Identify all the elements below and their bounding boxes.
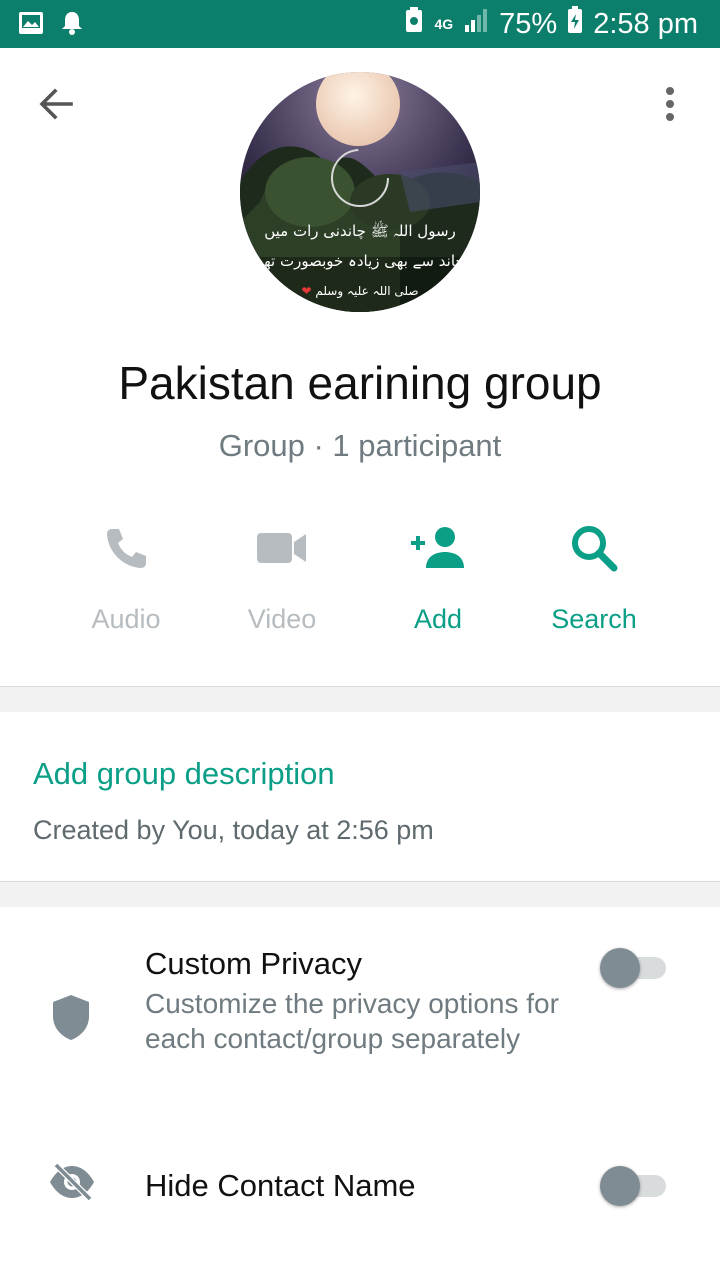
gallery-notification-icon xyxy=(18,11,44,40)
hide-contact-name-row[interactable]: Hide Contact Name xyxy=(0,1140,720,1230)
group-name[interactable]: Pakistan earining group xyxy=(0,356,720,410)
more-options-button[interactable] xyxy=(644,78,696,130)
add-description-link[interactable]: Add group description xyxy=(33,756,335,792)
shield-icon xyxy=(46,992,96,1047)
back-button[interactable] xyxy=(30,78,82,130)
search-label: Search xyxy=(551,604,637,634)
clock: 2:58 pm xyxy=(593,7,698,40)
add-label: Add xyxy=(413,604,463,634)
search-button[interactable]: Search xyxy=(516,518,672,648)
custom-privacy-title: Custom Privacy xyxy=(145,946,363,981)
signal-icon xyxy=(463,7,489,41)
more-vert-icon xyxy=(666,87,674,121)
status-bar: 4G 75% 2:58 pm xyxy=(0,0,720,48)
bell-notification-icon xyxy=(60,10,84,41)
group-avatar[interactable]: رسول اللہ ﷺ چاندنی رات میں چاند سے بھی ز… xyxy=(240,72,480,312)
hide-contact-name-toggle[interactable] xyxy=(600,1164,666,1206)
network-type: 4G xyxy=(434,15,454,32)
group-subtitle: Group · 1 participant xyxy=(218,428,502,463)
battery-percent: 75% xyxy=(499,7,558,40)
toggle-thumb xyxy=(600,1166,640,1206)
toggle-thumb xyxy=(600,948,640,988)
arrow-back-icon xyxy=(39,88,73,120)
battery-charging-icon xyxy=(567,6,583,42)
avatar-caption-line1: رسول اللہ ﷺ چاندنی رات میں xyxy=(264,222,456,240)
hide-contact-name-title: Hide Contact Name xyxy=(145,1168,416,1203)
data-saver-icon xyxy=(404,6,424,42)
add-person-icon xyxy=(411,527,464,568)
audio-label: Audio xyxy=(91,604,161,634)
heart-icon: ❤ xyxy=(301,284,312,298)
avatar-caption-line2: چاند سے بھی زیادہ خوبصورت تھے xyxy=(255,252,465,270)
action-row: Audio Video Add Search xyxy=(48,518,672,648)
custom-privacy-row[interactable]: Custom Privacy Customize the privacy opt… xyxy=(0,930,720,1110)
avatar-caption-line3: ❤ صلی اللہ علیہ وسلم xyxy=(301,284,419,298)
audio-call-button[interactable]: Audio xyxy=(48,518,204,648)
phone-icon xyxy=(107,529,146,568)
eye-off-icon xyxy=(48,1162,96,1207)
video-label: Video xyxy=(247,604,317,634)
add-participant-button[interactable]: Add xyxy=(360,518,516,648)
search-icon xyxy=(572,526,618,572)
created-info: Created by You, today at 2:56 pm xyxy=(33,815,434,845)
section-divider xyxy=(0,686,720,712)
custom-privacy-description: Customize the privacy options for each c… xyxy=(145,988,559,1054)
video-camera-icon xyxy=(257,533,306,563)
section-divider xyxy=(0,881,720,907)
custom-privacy-toggle[interactable] xyxy=(600,946,666,988)
video-call-button[interactable]: Video xyxy=(204,518,360,648)
